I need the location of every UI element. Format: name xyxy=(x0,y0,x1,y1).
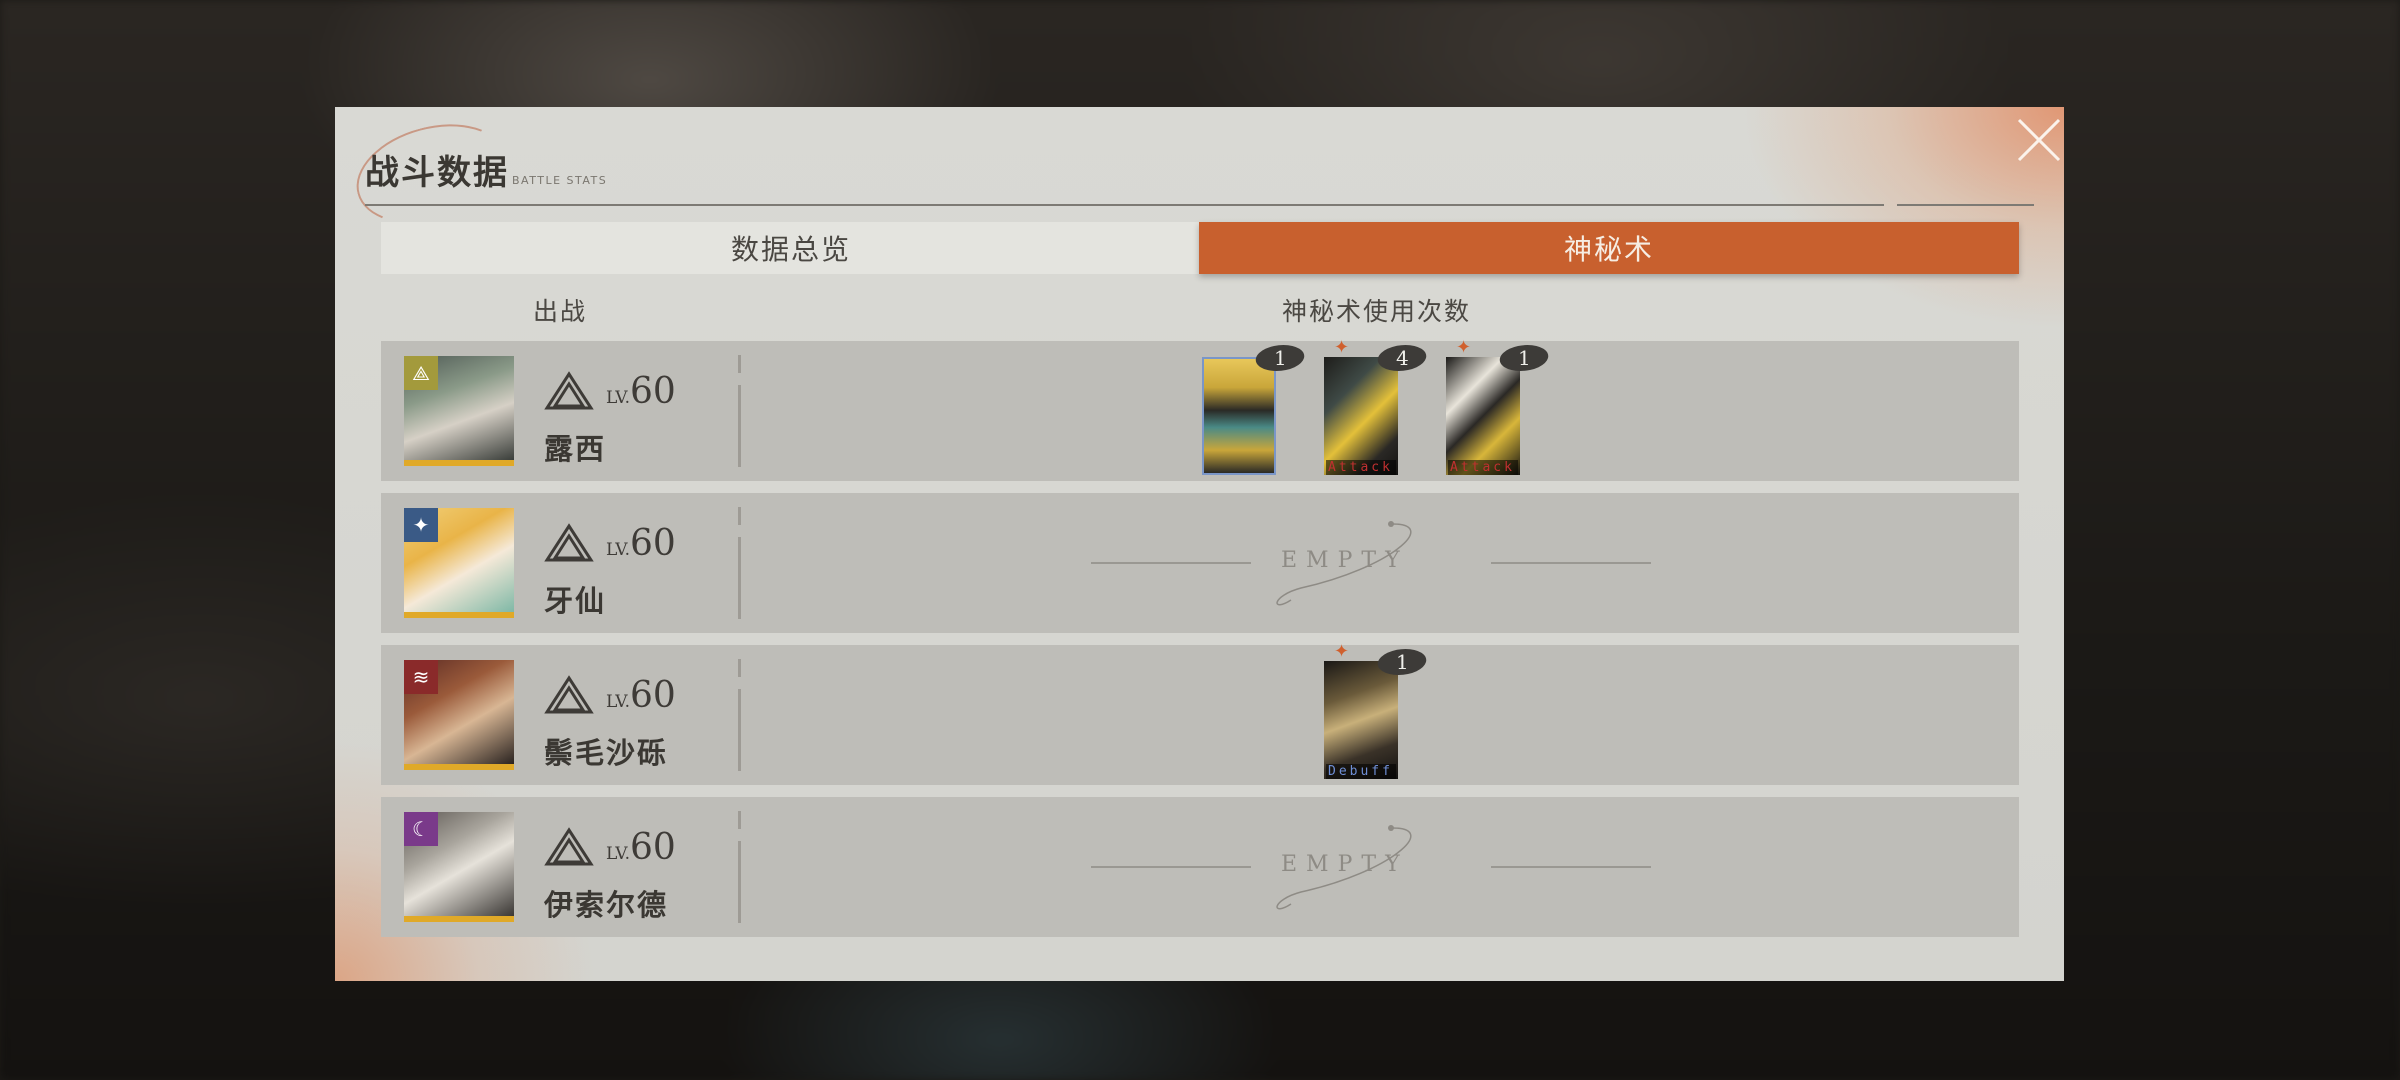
spirit-icon: ☾ xyxy=(404,812,438,846)
close-button[interactable] xyxy=(2006,107,2064,165)
empty-label: EMPTY xyxy=(1281,548,1409,573)
star-icon: ✦ xyxy=(1456,337,1472,358)
arcanum-card[interactable]: 1 xyxy=(1202,345,1308,475)
card-type-label: Attack xyxy=(1448,460,1518,475)
character-portrait[interactable]: ☾ xyxy=(404,812,514,922)
star-icon: ✦ xyxy=(404,508,438,542)
dialog-title: 战斗数据 xyxy=(365,153,509,193)
insight-icon xyxy=(544,523,594,562)
arcanum-card[interactable]: ✦ Attack 4 xyxy=(1324,337,1430,475)
use-count-badge: 1 xyxy=(1374,649,1430,675)
character-portrait[interactable]: ⟁ xyxy=(404,356,514,466)
close-icon xyxy=(2017,118,2061,162)
character-portrait[interactable]: ≋ xyxy=(404,660,514,770)
star-icon: ✦ xyxy=(1334,337,1350,358)
insight-icon xyxy=(544,371,594,410)
tab-arcanum[interactable]: 神秘术 xyxy=(1199,222,2019,274)
empty-label: EMPTY xyxy=(1281,852,1409,877)
beast-icon: ≋ xyxy=(404,660,438,694)
arcanum-card[interactable]: ✦ Debuff 1 xyxy=(1324,641,1430,779)
level: LV.60 xyxy=(606,827,676,868)
level: LV.60 xyxy=(606,371,676,412)
use-count-badge: 4 xyxy=(1374,345,1430,371)
row-divider xyxy=(738,355,741,467)
character-name: 鬃毛沙砾 xyxy=(544,736,669,770)
character-row: ⟁ LV.60 露西 1 ✦ Attack 4 ✦ Attack 1 xyxy=(381,337,2019,481)
character-name: 伊索尔德 xyxy=(544,888,669,922)
character-name: 牙仙 xyxy=(544,584,607,618)
arcanum-card[interactable]: ✦ Attack 1 xyxy=(1446,337,1552,475)
star-icon: ✦ xyxy=(1334,641,1350,662)
column-header-deployed: 出战 xyxy=(533,297,588,326)
card-type-label: Debuff xyxy=(1326,764,1396,779)
use-count-badge: 1 xyxy=(1496,345,1552,371)
tab-overview[interactable]: 数据总览 xyxy=(381,222,1201,274)
title-underline-segment xyxy=(1897,204,2034,206)
insight-icon xyxy=(544,675,594,714)
empty-placeholder: EMPTY xyxy=(1091,822,1651,912)
character-name: 露西 xyxy=(544,432,607,466)
use-count-badge: 1 xyxy=(1252,345,1308,371)
battle-stats-dialog: 战斗数据 BATTLE STATS 数据总览 神秘术 出战 神秘术使用次数 ⟁ … xyxy=(335,107,2064,981)
title-underline xyxy=(365,204,1855,206)
title-underline-segment xyxy=(1832,204,1884,206)
dialog-subtitle: BATTLE STATS xyxy=(512,174,608,187)
row-divider xyxy=(738,811,741,923)
column-header-arcanum-uses: 神秘术使用次数 xyxy=(1282,297,1472,326)
card-type-label: Attack xyxy=(1326,460,1396,475)
character-row: ≋ LV.60 鬃毛沙砾 ✦ Debuff 1 xyxy=(381,641,2019,785)
level: LV.60 xyxy=(606,675,676,716)
insight-icon xyxy=(544,827,594,866)
character-row: ☾ LV.60 伊索尔德 EMPTY xyxy=(381,797,2019,937)
character-portrait[interactable]: ✦ xyxy=(404,508,514,618)
row-divider xyxy=(738,507,741,619)
level: LV.60 xyxy=(606,523,676,564)
empty-placeholder: EMPTY xyxy=(1091,518,1651,608)
row-divider xyxy=(738,659,741,771)
character-row: ✦ LV.60 牙仙 EMPTY xyxy=(381,493,2019,633)
mineral-icon: ⟁ xyxy=(404,356,438,390)
tab-bar: 数据总览 神秘术 xyxy=(381,222,2019,274)
